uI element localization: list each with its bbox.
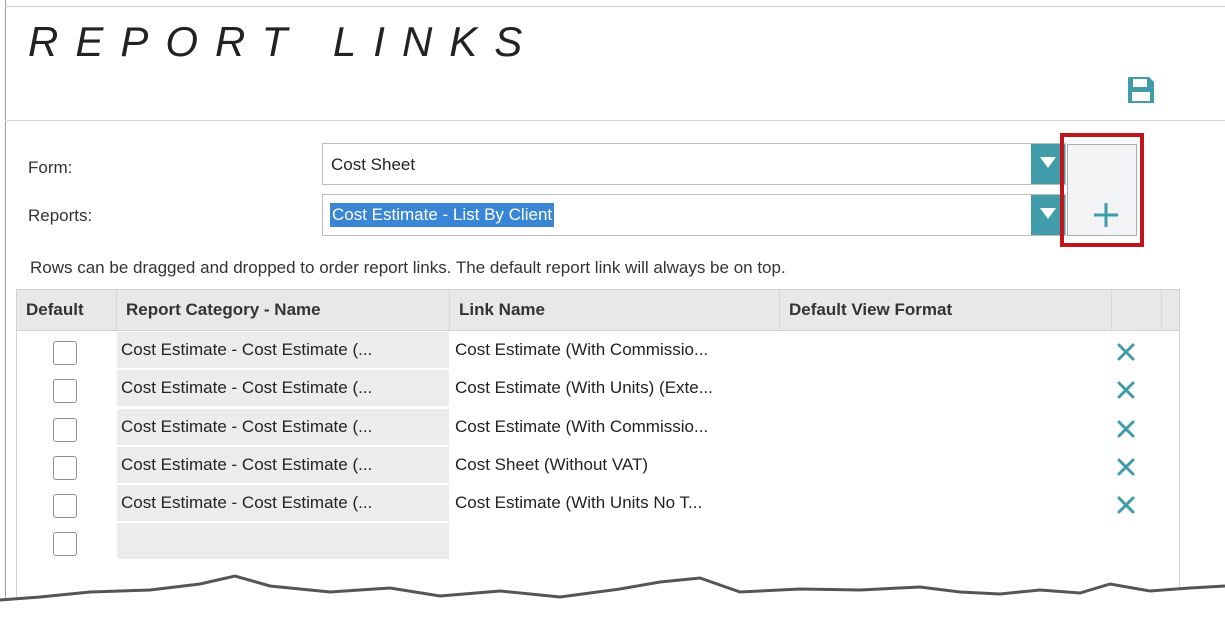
page-title: REPORT LINKS [28,18,540,65]
table-row[interactable]: Cost Estimate - Cost Estimate (... Cost … [17,409,1179,445]
table-header: Default Report Category - Name Link Name… [17,290,1179,331]
save-icon[interactable] [1125,74,1157,106]
header-default-view-format[interactable]: Default View Format [780,290,1112,330]
table-row[interactable]: Cost Estimate - Cost Estimate (... Cost … [17,370,1179,406]
form-label: Form: [28,158,73,177]
report-category-cell: Cost Estimate - Cost Estimate (... [117,485,449,521]
default-checkbox[interactable] [53,379,77,403]
default-checkbox[interactable] [53,341,77,365]
close-icon[interactable] [1116,380,1136,400]
link-name-cell: Cost Estimate (With Commissio... [455,340,709,359]
header-link-name[interactable]: Link Name [450,290,780,330]
reports-select-value: Cost Estimate - List By Client [330,203,555,227]
form-dropdown-button[interactable] [1031,144,1065,184]
table-row[interactable]: Cost Estimate - Cost Estimate (... Cost … [17,485,1179,521]
header-default[interactable]: Default [17,290,117,330]
frame-border-left [5,0,6,618]
drag-hint-text: Rows can be dragged and dropped to order… [30,258,786,277]
link-name-cell: Cost Estimate (With Units No T... [455,493,703,512]
report-category-cell: Cost Estimate - Cost Estimate (... [117,332,449,368]
report-category-cell [117,523,449,559]
default-checkbox[interactable] [53,418,77,442]
link-name-cell: Cost Estimate (With Commissio... [455,417,709,436]
link-name-cell: Cost Sheet (Without VAT) [455,455,649,474]
table-row[interactable]: Cost Estimate - Cost Estimate (... Cost … [17,332,1179,368]
table-row[interactable]: Cost Estimate - Cost Estimate (... Cost … [17,447,1179,483]
plus-icon [1094,203,1118,227]
default-checkbox[interactable] [53,494,77,518]
chevron-down-icon [1040,208,1056,219]
form-select-value: Cost Sheet [331,155,416,174]
report-category-cell: Cost Estimate - Cost Estimate (... [117,409,449,445]
torn-edge [0,574,1225,618]
default-checkbox[interactable] [53,456,77,480]
default-checkbox[interactable] [53,532,77,556]
form-select[interactable]: Cost Sheet [322,143,1066,185]
close-icon[interactable] [1116,457,1136,477]
chevron-down-icon [1040,157,1056,168]
report-category-cell: Cost Estimate - Cost Estimate (... [117,370,449,406]
close-icon[interactable] [1116,342,1136,362]
frame-border-top [5,6,1225,7]
close-icon[interactable] [1116,495,1136,515]
header-actions [1112,290,1162,330]
header-report-category[interactable]: Report Category - Name [117,290,450,330]
link-name-cell: Cost Estimate (With Units) (Exte... [455,378,713,397]
close-icon[interactable] [1116,419,1136,439]
reports-label: Reports: [28,206,93,225]
add-report-link-button[interactable] [1067,144,1137,236]
report-category-cell: Cost Estimate - Cost Estimate (... [117,447,449,483]
reports-select[interactable]: Cost Estimate - List By Client [322,194,1066,236]
report-links-table: Default Report Category - Name Link Name… [16,289,1180,618]
header-divider [5,120,1225,121]
table-row-partial[interactable] [17,523,1179,559]
reports-dropdown-button[interactable] [1031,195,1065,235]
